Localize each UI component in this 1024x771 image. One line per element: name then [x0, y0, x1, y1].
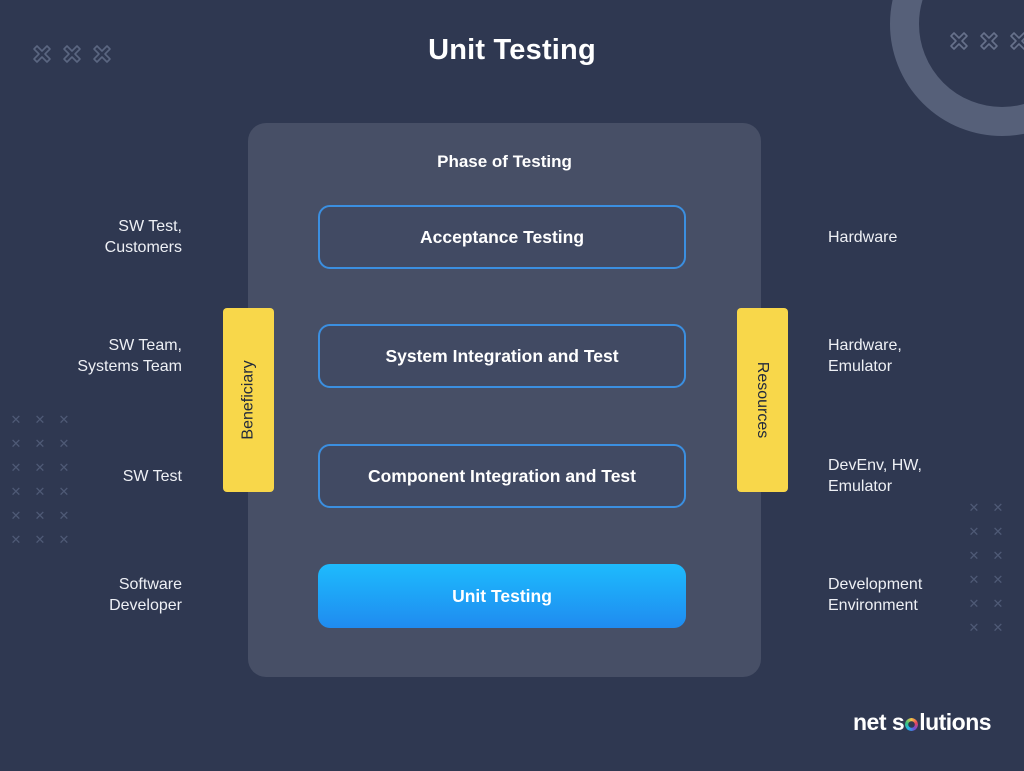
x-icon: ✕	[968, 548, 980, 564]
x-icon: ✕	[992, 524, 1004, 540]
x-icon: ✕	[58, 412, 70, 428]
x-icon: ✕	[10, 460, 22, 476]
beneficiary-line: Developer	[109, 597, 182, 614]
resource-label: DevEnv, HW, Emulator	[828, 455, 922, 497]
resource-line: DevEnv, HW,	[828, 457, 922, 474]
beneficiary-label: SW Team, Systems Team	[77, 335, 182, 377]
x-icon: ✕	[58, 436, 70, 452]
phase-unit-testing[interactable]: Unit Testing	[318, 564, 686, 628]
resource-line: Emulator	[828, 358, 893, 375]
beneficiary-label: Software Developer	[109, 574, 182, 616]
x-icon: ✕	[968, 620, 980, 636]
resource-label: Hardware, Emulator	[828, 335, 902, 377]
x-icon: ✕	[968, 572, 980, 588]
beneficiary-line: Systems Team	[77, 358, 182, 375]
beneficiary-tag-label: Beneficiary	[239, 360, 257, 440]
decorative-ring	[890, 0, 1024, 136]
beneficiary-label: SW Test, Customers	[105, 216, 182, 258]
resource-label: Development Environment	[828, 574, 922, 616]
x-icon: ✕	[34, 436, 46, 452]
resource-line: Hardware	[828, 229, 898, 246]
resources-tag: Resources	[737, 308, 788, 492]
logo-ring-icon	[905, 718, 919, 731]
decorative-x-grid-left: ✕ ✕ ✕ ✕ ✕ ✕ ✕ ✕ ✕ ✕ ✕ ✕ ✕ ✕ ✕ ✕ ✕ ✕	[4, 408, 76, 552]
x-icon: ✕	[10, 436, 22, 452]
resource-label: Hardware	[828, 227, 897, 248]
x-icon: ✕	[34, 508, 46, 524]
logo-text-end: lutions	[919, 709, 992, 735]
beneficiary-line: Software	[118, 576, 182, 593]
beneficiary-line: SW Test	[122, 468, 182, 485]
x-icon: ✕	[34, 460, 46, 476]
x-icon: ✕	[992, 500, 1004, 516]
phase-system-integration[interactable]: System Integration and Test	[318, 324, 686, 388]
phase-component-integration[interactable]: Component Integration and Test	[318, 444, 686, 508]
x-icon: ✕	[968, 524, 980, 540]
resource-line: Hardware,	[828, 337, 902, 354]
beneficiary-line: SW Team,	[108, 337, 183, 354]
decorative-x-grid-right: ✕ ✕ ✕ ✕ ✕ ✕ ✕ ✕ ✕ ✕ ✕ ✕	[962, 496, 1010, 640]
logo-text-start: net s	[853, 709, 905, 735]
beneficiary-line: Customers	[104, 239, 182, 256]
x-icon: ✕	[34, 532, 46, 548]
x-icon: ✕	[992, 620, 1004, 636]
net-solutions-logo: net s lutions	[853, 709, 992, 736]
resource-line: Emulator	[828, 478, 893, 495]
beneficiary-label: SW Test	[123, 466, 182, 487]
page-title: Unit Testing	[428, 34, 596, 66]
beneficiary-tag: Beneficiary	[223, 308, 274, 492]
x-icon: ✕	[58, 532, 70, 548]
x-icon: ✕	[34, 412, 46, 428]
x-icon: ✕	[992, 596, 1004, 612]
resource-line: Development	[828, 576, 923, 593]
x-icon: ✕	[992, 548, 1004, 564]
x-icon: ✕	[10, 484, 22, 500]
beneficiary-line: SW Test,	[118, 218, 182, 235]
x-icon: ✕	[968, 596, 980, 612]
resources-tag-label: Resources	[754, 361, 772, 439]
x-icon: ✕	[992, 572, 1004, 588]
x-icon: ✕	[10, 412, 22, 428]
phase-acceptance-testing[interactable]: Acceptance Testing	[318, 205, 686, 269]
x-icon: ✕	[34, 484, 46, 500]
x-icon: ✕	[968, 500, 980, 516]
x-icon: ✕	[58, 508, 70, 524]
resource-line: Environment	[828, 597, 918, 614]
x-icon: ✕	[58, 484, 70, 500]
phase-panel-title: Phase of Testing	[437, 152, 572, 171]
x-icon: ✕	[10, 508, 22, 524]
x-icon: ✕	[58, 460, 70, 476]
x-icon: ✕	[10, 532, 22, 548]
